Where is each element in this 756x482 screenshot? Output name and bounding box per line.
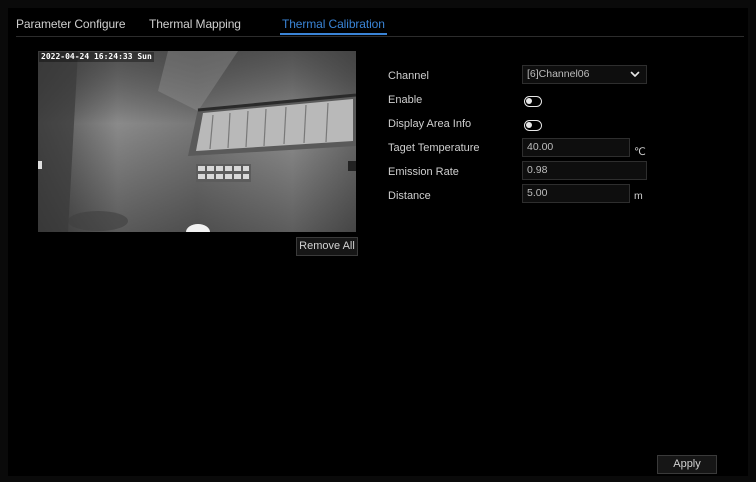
- thermal-video-preview[interactable]: 2022-04-24 16:24:33 Sun: [38, 51, 356, 232]
- thermal-calibration-panel: Parameter Configure Thermal Mapping Ther…: [8, 8, 748, 476]
- tab-parameter-configure[interactable]: Parameter Configure: [16, 17, 126, 31]
- apply-button[interactable]: Apply: [657, 455, 717, 474]
- channel-label: Channel: [388, 70, 429, 82]
- distance-input[interactable]: 5.00: [522, 184, 630, 203]
- emission-rate-label: Emission Rate: [388, 166, 459, 178]
- meter-unit: m: [634, 190, 643, 202]
- enable-label: Enable: [388, 94, 423, 106]
- thermal-scene-image: [38, 51, 356, 232]
- toggle-knob: [526, 122, 532, 128]
- channel-select[interactable]: [6]Channel06: [522, 65, 647, 84]
- toggle-knob: [526, 98, 532, 104]
- target-temperature-input[interactable]: 40.00: [522, 138, 630, 157]
- target-temperature-label: Taget Temperature: [388, 142, 480, 154]
- tab-thermal-mapping[interactable]: Thermal Mapping: [149, 17, 241, 31]
- tab-bar: Parameter Configure Thermal Mapping Ther…: [8, 8, 748, 38]
- osd-timestamp: 2022-04-24 16:24:33 Sun: [39, 52, 154, 62]
- emission-rate-input[interactable]: 0.98: [522, 161, 647, 180]
- distance-label: Distance: [388, 190, 431, 202]
- tab-thermal-calibration-label: Thermal Calibration: [282, 17, 385, 31]
- tab-divider: [16, 36, 744, 37]
- tab-thermal-calibration[interactable]: Thermal Calibration: [280, 17, 387, 35]
- display-area-info-label: Display Area Info: [388, 118, 472, 130]
- enable-toggle[interactable]: [524, 96, 542, 107]
- remove-all-button[interactable]: Remove All: [296, 237, 358, 256]
- celsius-unit: ℃: [634, 146, 646, 158]
- channel-select-value: [6]Channel06: [527, 68, 590, 80]
- active-tab-indicator: [280, 33, 387, 35]
- display-area-info-toggle[interactable]: [524, 120, 542, 131]
- chevron-down-icon: [630, 71, 640, 77]
